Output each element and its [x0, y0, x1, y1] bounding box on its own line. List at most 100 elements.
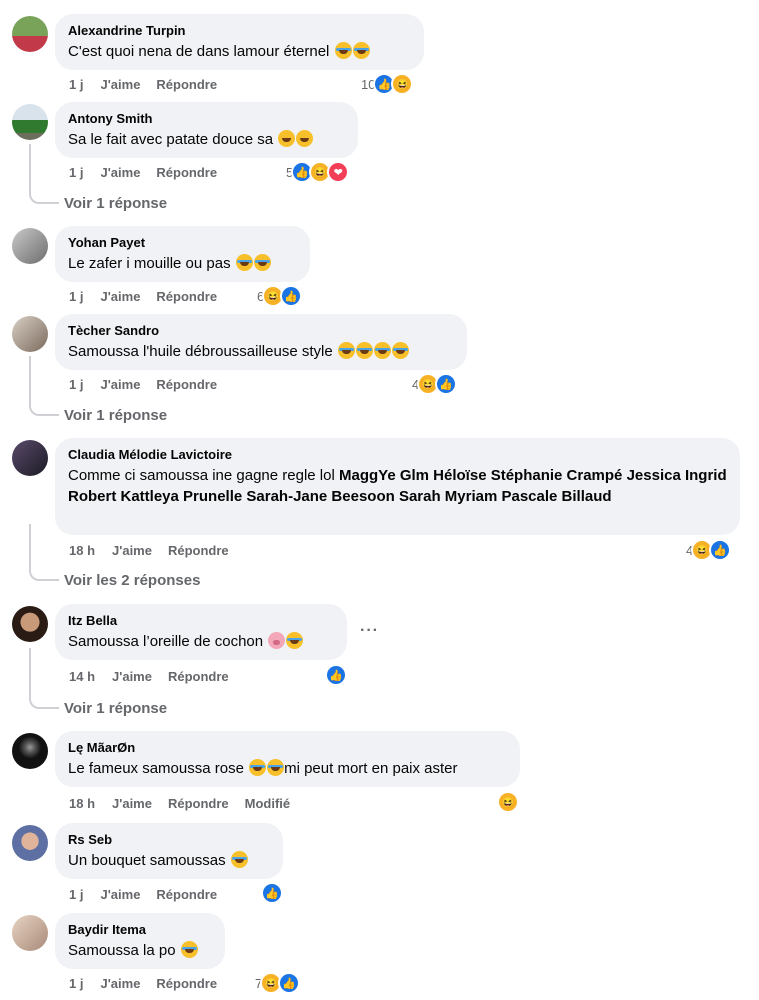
- rofl-emoji-icon: [235, 254, 253, 271]
- avatar[interactable]: [12, 915, 48, 951]
- comment-author[interactable]: Lę MãarØn: [68, 739, 507, 756]
- edited-label[interactable]: Modifié: [245, 796, 291, 811]
- avatar[interactable]: [12, 440, 48, 476]
- comment-time[interactable]: 1 j: [69, 377, 83, 392]
- comment-text: Le zafer i mouille ou pas: [68, 253, 297, 274]
- like-reaction-icon: 👍: [435, 373, 458, 395]
- tears-of-joy-emoji-icon: [253, 254, 271, 271]
- like-button[interactable]: J'aime: [100, 976, 140, 991]
- like-button[interactable]: J'aime: [112, 796, 152, 811]
- comment-text: Comme ci samoussa ine gagne regle lol Ma…: [68, 467, 727, 505]
- comment-text: Le fameux samoussa rose mi peut mort en …: [68, 759, 458, 777]
- comment-actions: 1 j J'aime Répondre: [69, 164, 233, 181]
- comment-author[interactable]: Itz Bella: [68, 612, 334, 629]
- comment-author[interactable]: Antony Smith: [68, 110, 345, 127]
- like-button[interactable]: J'aime: [100, 165, 140, 180]
- view-replies-link[interactable]: Voir 1 réponse: [64, 407, 167, 424]
- like-reaction-icon: 👍: [278, 972, 301, 994]
- tears-of-joy-emoji-icon: [267, 759, 285, 776]
- rofl-emoji-icon: [286, 632, 304, 649]
- comment-author[interactable]: Rs Seb: [68, 831, 270, 848]
- comment-actions: 14 h J'aime Répondre: [69, 668, 245, 685]
- comment-bubble: Tècher Sandro Samoussa l'huile débroussa…: [55, 314, 467, 370]
- reply-button[interactable]: Répondre: [156, 887, 217, 902]
- rofl-emoji-icon: [373, 342, 391, 359]
- avatar[interactable]: [12, 228, 48, 264]
- like-reaction-icon: 👍: [325, 664, 347, 686]
- reply-button[interactable]: Répondre: [156, 77, 217, 92]
- view-replies-link[interactable]: Voir les 2 réponses: [64, 572, 200, 589]
- reaction-summary[interactable]: 6 😆 👍: [257, 285, 303, 307]
- like-button[interactable]: J'aime: [100, 887, 140, 902]
- like-button[interactable]: J'aime: [100, 289, 140, 304]
- avatar[interactable]: [12, 104, 48, 140]
- reaction-summary[interactable]: 7 😆 👍: [255, 972, 301, 994]
- like-reaction-icon: 👍: [709, 539, 732, 561]
- comment-time[interactable]: 1 j: [69, 165, 83, 180]
- comment-time[interactable]: 1 j: [69, 77, 83, 92]
- comment-bubble: Alexandrine Turpin C'est quoi nena de da…: [55, 14, 424, 70]
- reply-button[interactable]: Répondre: [168, 669, 229, 684]
- reply-button[interactable]: Répondre: [156, 165, 217, 180]
- comment-time[interactable]: 18 h: [69, 796, 95, 811]
- like-button[interactable]: J'aime: [112, 543, 152, 558]
- haha-reaction-icon: 😆: [391, 73, 414, 95]
- reaction-summary[interactable]: 😆: [497, 791, 519, 813]
- avatar[interactable]: [12, 825, 48, 861]
- tears-of-joy-emoji-icon: [352, 42, 370, 59]
- love-reaction-icon: ❤: [327, 161, 350, 183]
- thread-line: [29, 144, 59, 204]
- reaction-summary[interactable]: 5 👍 😆 ❤: [286, 161, 350, 183]
- pig-face-emoji-icon: [268, 632, 286, 649]
- comment-time[interactable]: 1 j: [69, 976, 83, 991]
- comment-actions: 1 j J'aime Répondre: [69, 975, 233, 992]
- comment-author[interactable]: Baydir Itema: [68, 921, 212, 938]
- rofl-emoji-icon: [230, 851, 248, 868]
- thread-line: [29, 356, 59, 416]
- reply-button[interactable]: Répondre: [156, 377, 217, 392]
- reply-button[interactable]: Répondre: [156, 976, 217, 991]
- avatar[interactable]: [12, 16, 48, 52]
- reaction-summary[interactable]: 10 👍 😆: [361, 73, 414, 95]
- like-button[interactable]: J'aime: [100, 377, 140, 392]
- comment-actions: 1 j J'aime Répondre: [69, 76, 233, 93]
- reaction-summary[interactable]: 4 😆 👍: [686, 539, 732, 561]
- reaction-summary[interactable]: 👍: [261, 882, 283, 904]
- avatar[interactable]: [12, 316, 48, 352]
- comment-bubble: Rs Seb Un bouquet samoussas: [55, 823, 283, 879]
- comment-author[interactable]: Tècher Sandro: [68, 322, 454, 339]
- view-replies-link[interactable]: Voir 1 réponse: [64, 700, 167, 717]
- comment-text: Samoussa l’oreille de cochon: [68, 631, 334, 652]
- reply-button[interactable]: Répondre: [168, 796, 229, 811]
- comment-bubble: Yohan Payet Le zafer i mouille ou pas: [55, 226, 310, 282]
- reply-button[interactable]: Répondre: [168, 543, 229, 558]
- reply-button[interactable]: Répondre: [156, 289, 217, 304]
- grinning-emoji-icon: [278, 130, 296, 147]
- comment-text: Samoussa la po: [68, 940, 212, 961]
- thread-line: [29, 648, 59, 709]
- comment-bubble: Itz Bella Samoussa l’oreille de cochon: [55, 604, 347, 660]
- reaction-summary[interactable]: 4 😆 👍: [412, 373, 458, 395]
- comment-author[interactable]: Claudia Mélodie Lavictoire: [68, 446, 727, 463]
- avatar[interactable]: [12, 733, 48, 769]
- comment-bubble: Claudia Mélodie Lavictoire Comme ci samo…: [55, 438, 740, 535]
- like-button[interactable]: J'aime: [100, 77, 140, 92]
- comment-author[interactable]: Alexandrine Turpin: [68, 22, 411, 39]
- rofl-emoji-icon: [391, 342, 409, 359]
- comment-actions: 18 h J'aime Répondre: [69, 542, 245, 559]
- comment-time[interactable]: 1 j: [69, 887, 83, 902]
- comment-text: Sa le fait avec patate douce sa: [68, 129, 345, 150]
- like-reaction-icon: 👍: [280, 285, 303, 307]
- avatar[interactable]: [12, 606, 48, 642]
- comment-actions: 1 j J'aime Répondre: [69, 288, 233, 305]
- comment-time[interactable]: 14 h: [69, 669, 95, 684]
- comment-time[interactable]: 18 h: [69, 543, 95, 558]
- like-button[interactable]: J'aime: [112, 669, 152, 684]
- more-options-button[interactable]: ···: [360, 622, 379, 640]
- comment-actions: 1 j J'aime Répondre: [69, 886, 233, 903]
- view-replies-link[interactable]: Voir 1 réponse: [64, 195, 167, 212]
- comment-author[interactable]: Yohan Payet: [68, 234, 297, 251]
- comment-time[interactable]: 1 j: [69, 289, 83, 304]
- reaction-summary[interactable]: 👍: [325, 664, 347, 686]
- tears-of-joy-emoji-icon: [337, 342, 355, 359]
